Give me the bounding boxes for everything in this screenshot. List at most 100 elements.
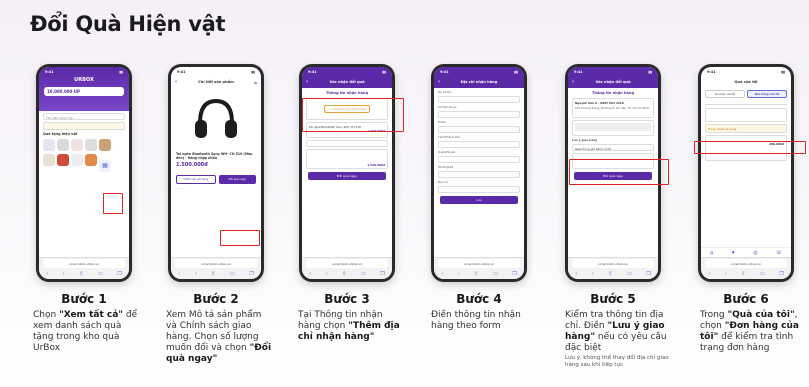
name-field[interactable] bbox=[438, 96, 520, 103]
gift-icon[interactable]: ✦ bbox=[731, 250, 735, 256]
gift-item[interactable] bbox=[43, 139, 55, 151]
url-bar[interactable]: urcard-link.urbox.vn bbox=[175, 259, 257, 268]
step-description: Trong "Quà của tôi", chọn "Đơn hàng của … bbox=[700, 310, 799, 353]
forward-icon[interactable]: › bbox=[63, 271, 65, 277]
step-description: Chọn "Xem tất cả" để xem danh sách quà t… bbox=[33, 310, 138, 353]
order-status[interactable]: Đang chuẩn bị hàng bbox=[705, 124, 787, 133]
status-time: 9:41 bbox=[177, 69, 186, 74]
field-label: Quận/Huyện bbox=[438, 150, 456, 154]
gift-item[interactable] bbox=[57, 139, 69, 151]
home-icon[interactable]: ⌂ bbox=[710, 250, 713, 256]
cart-item bbox=[575, 123, 651, 131]
home-icon[interactable]: ⌂ bbox=[254, 80, 257, 85]
tabs-icon[interactable]: ❐ bbox=[512, 271, 516, 277]
status-time: 9:41 bbox=[308, 69, 317, 74]
add-to-cart-button[interactable]: Thêm vào giỏ hàng bbox=[176, 175, 216, 184]
tabs-icon[interactable]: ❐ bbox=[380, 271, 384, 277]
gift-item[interactable] bbox=[85, 154, 97, 166]
tabs-icon[interactable]: ❐ bbox=[117, 271, 121, 277]
support-icon[interactable]: ☏ bbox=[776, 250, 782, 256]
url-bar[interactable]: urcard-link.urbox.vn bbox=[306, 259, 388, 268]
url-bar[interactable]: urcard-link.urbox.vn bbox=[705, 259, 787, 268]
book-icon[interactable]: ▭ bbox=[760, 271, 765, 277]
book-icon[interactable]: ▭ bbox=[230, 271, 235, 277]
app-tabbar: ⌂ ✦ ◎ ☏ bbox=[701, 247, 791, 257]
share-icon[interactable]: ⇧ bbox=[741, 271, 745, 277]
tabs-icon[interactable]: ❐ bbox=[249, 271, 253, 277]
sub-tabs[interactable] bbox=[705, 101, 787, 105]
step-title: Bước 1 bbox=[61, 292, 107, 306]
status-time: 9:41 bbox=[574, 69, 583, 74]
search-input[interactable]: Tìm kiếm Sony hay... bbox=[43, 113, 125, 120]
forward-icon[interactable]: › bbox=[326, 271, 328, 277]
browser-bar: urcard-link.urbox.vn ‹ › ⇧ ▭ ❐ bbox=[434, 257, 524, 279]
back-icon[interactable]: ‹ bbox=[306, 79, 308, 85]
tab-my-vouchers[interactable]: Voucher của tôi bbox=[705, 90, 745, 98]
phone-step-2: 9:41 ▮▮ ‹ Chi tiết sản phẩm ⌂ Tai nghe Blue… bbox=[168, 64, 264, 282]
district-select[interactable] bbox=[438, 156, 520, 163]
back-icon[interactable]: ‹ bbox=[441, 271, 443, 277]
back-icon[interactable]: ‹ bbox=[175, 79, 177, 85]
screen-header: Xác nhận đổi quà bbox=[595, 80, 631, 84]
forward-icon[interactable]: › bbox=[195, 271, 197, 277]
redeem-now-button[interactable]: Đổi quà ngay bbox=[218, 175, 256, 184]
phone-field[interactable] bbox=[438, 111, 520, 118]
location-icon[interactable]: ◎ bbox=[753, 250, 757, 256]
forward-icon[interactable]: › bbox=[458, 271, 460, 277]
forward-icon[interactable]: › bbox=[725, 271, 727, 277]
tabs-icon[interactable]: ❐ bbox=[646, 271, 650, 277]
phone-step-5: 9:41 ▮▮ ‹ Xác nhận đổi quà Thông tin nhận … bbox=[565, 64, 669, 282]
step-description: Kiểm tra thông tin địa chỉ. Điền "Lưu ý … bbox=[565, 310, 671, 368]
share-icon[interactable]: ⇧ bbox=[79, 271, 83, 277]
book-icon[interactable]: ▭ bbox=[361, 271, 366, 277]
gift-item[interactable] bbox=[57, 154, 69, 166]
province-select[interactable] bbox=[438, 141, 520, 148]
view-all-icon[interactable]: ▦ bbox=[99, 160, 111, 172]
address-field[interactable] bbox=[438, 186, 520, 193]
redeem-now-button[interactable]: Đổi quà ngay bbox=[308, 172, 386, 180]
gift-item[interactable] bbox=[71, 154, 83, 166]
gift-item[interactable] bbox=[99, 139, 111, 151]
url-bar[interactable]: urcard-link.urbox.vn bbox=[572, 259, 654, 268]
book-icon[interactable]: ▭ bbox=[98, 271, 103, 277]
screen-header: Chi tiết sản phẩm bbox=[198, 80, 234, 84]
gift-grid: ▦ bbox=[39, 138, 129, 173]
forward-icon[interactable]: › bbox=[592, 271, 594, 277]
back-icon[interactable]: ‹ bbox=[708, 271, 710, 277]
back-icon[interactable]: ‹ bbox=[46, 271, 48, 277]
gift-item[interactable] bbox=[71, 139, 83, 151]
screen-address-form: 9:41 ▮▮ ‹ Địa chỉ nhận hàng Họ và tên Số đ… bbox=[434, 67, 524, 279]
book-icon[interactable]: ▭ bbox=[627, 271, 632, 277]
delivery-note-field[interactable]: Giao trong giờ hành chính bbox=[572, 144, 654, 151]
back-icon[interactable]: ‹ bbox=[575, 271, 577, 277]
share-icon[interactable]: ⇧ bbox=[211, 271, 215, 277]
back-icon[interactable]: ‹ bbox=[572, 79, 574, 85]
origin-info: — — — bbox=[175, 186, 186, 190]
gift-item[interactable] bbox=[43, 154, 55, 166]
book-icon[interactable]: ▭ bbox=[493, 271, 498, 277]
delivery-note-field[interactable] bbox=[306, 140, 388, 147]
brand-logo: URBOX bbox=[74, 77, 94, 83]
save-button[interactable]: Lưu bbox=[440, 196, 518, 204]
gift-item[interactable] bbox=[85, 139, 97, 151]
tab-my-orders[interactable]: Đơn hàng của tôi bbox=[747, 90, 787, 98]
back-icon[interactable]: ‹ bbox=[178, 271, 180, 277]
url-bar[interactable]: urcard-link.urbox.vn bbox=[43, 259, 125, 268]
share-icon[interactable]: ⇧ bbox=[608, 271, 612, 277]
back-icon[interactable]: ‹ bbox=[309, 271, 311, 277]
browser-bar: urcard-link.urbox.vn ‹ › ⇧ ▭ ❐ bbox=[171, 257, 261, 279]
back-icon[interactable]: ‹ bbox=[438, 79, 440, 85]
step-title: Bước 2 bbox=[193, 292, 239, 306]
status-time: 9:41 bbox=[45, 69, 54, 74]
browser-bar: urcard-link.urbox.vn ‹ › ⇧ ▭ ❐ bbox=[39, 257, 129, 279]
url-bar[interactable]: urcard-link.urbox.vn bbox=[438, 259, 520, 268]
ward-select[interactable] bbox=[438, 171, 520, 178]
email-field[interactable] bbox=[438, 126, 520, 133]
tabs-icon[interactable]: ❐ bbox=[779, 271, 783, 277]
share-icon[interactable]: ⇧ bbox=[342, 271, 346, 277]
field-label: Họ và tên bbox=[438, 90, 452, 94]
browser-bar: urcard-link.urbox.vn ‹ › ⇧ ▭ ❐ bbox=[568, 257, 658, 279]
status-time: 9:41 bbox=[707, 69, 716, 74]
page-title: Đổi Quà Hiện vật bbox=[30, 12, 226, 36]
share-icon[interactable]: ⇧ bbox=[474, 271, 478, 277]
